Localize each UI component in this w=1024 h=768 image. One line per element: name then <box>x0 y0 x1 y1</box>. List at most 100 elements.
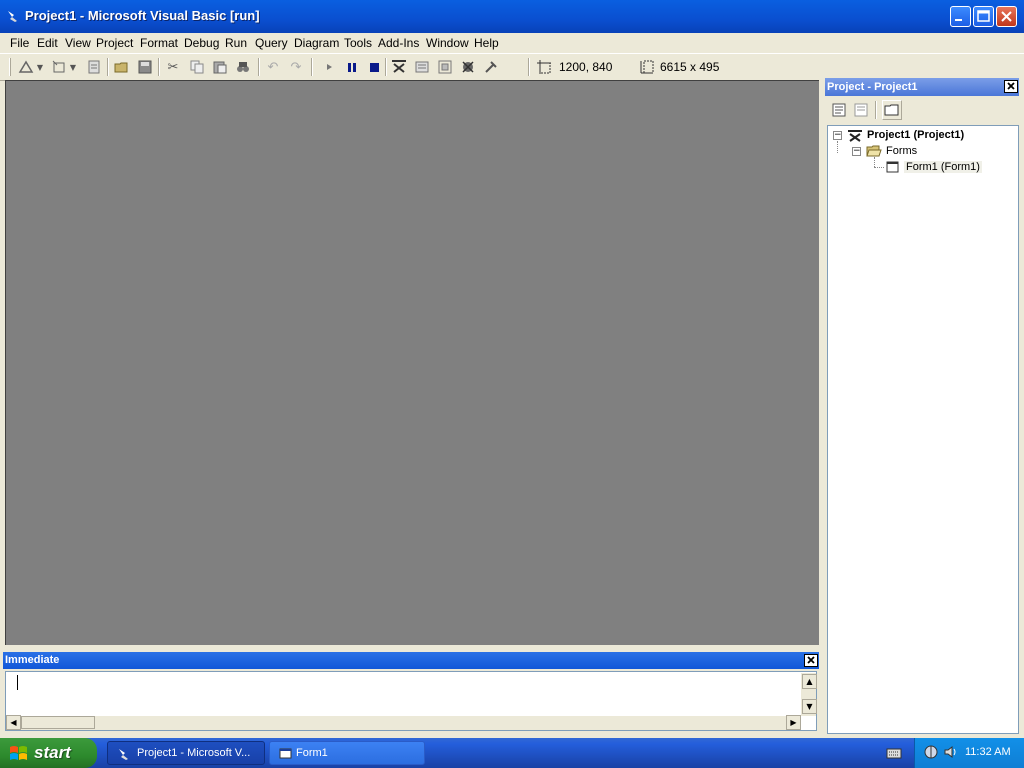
tree-item-project1[interactable]: Project1 (Project1) <box>867 129 964 141</box>
windows-logo-icon <box>10 746 27 760</box>
taskbar-item-label: Form1 <box>296 747 328 759</box>
find-icon[interactable] <box>234 58 252 76</box>
form-icon <box>886 160 900 174</box>
tree-connector <box>837 141 839 153</box>
folder-open-icon <box>866 144 882 158</box>
open-folder-icon[interactable] <box>113 58 131 76</box>
scroll-left-arrow-icon[interactable]: ◀ <box>6 715 21 730</box>
volume-icon[interactable] <box>943 744 959 760</box>
start-button[interactable]: start <box>0 738 97 768</box>
save-icon[interactable] <box>136 58 154 76</box>
position-readout: 1200, 840 <box>559 60 613 74</box>
standard-toolbar: ▼ ▼ ✂ ↶ ↷ 1200, 840 6615 x 495 <box>0 53 746 81</box>
menu-file[interactable]: File <box>10 36 29 50</box>
menu-format[interactable]: Format <box>140 36 178 50</box>
project-explorer-toolbar <box>825 96 1024 124</box>
menu-project[interactable]: Project <box>96 36 133 50</box>
project-explorer-close-button[interactable] <box>1004 80 1018 93</box>
panel-splitter[interactable] <box>820 78 824 734</box>
tree-item-forms[interactable]: Forms <box>886 145 917 157</box>
properties-window-icon[interactable] <box>413 58 431 76</box>
keyboard-icon[interactable] <box>886 745 902 761</box>
close-icon <box>1007 82 1015 90</box>
project-icon <box>847 128 863 144</box>
immediate-horizontal-scrollbar[interactable] <box>7 716 801 730</box>
tree-collapse-icon[interactable]: − <box>833 131 842 140</box>
view-object-icon[interactable] <box>852 101 870 119</box>
add-form-icon[interactable] <box>50 58 68 76</box>
project-explorer-icon[interactable] <box>390 58 408 76</box>
menu-view[interactable]: View <box>65 36 91 50</box>
title-bar[interactable]: Project1 - Microsoft Visual Basic [run] <box>0 0 1024 34</box>
minimize-icon <box>955 19 962 21</box>
add-project-icon[interactable] <box>17 58 35 76</box>
project-explorer-title: Project - Project1 <box>827 81 918 93</box>
system-clock[interactable]: 11:32 AM <box>965 746 1011 758</box>
view-code-icon[interactable] <box>830 101 848 119</box>
start-label: start <box>34 743 71 762</box>
close-icon <box>807 656 815 664</box>
mdi-workspace[interactable] <box>5 80 819 645</box>
toolbar-grip[interactable] <box>9 58 11 76</box>
size-icon <box>638 58 656 76</box>
toolbar-separator <box>528 58 530 76</box>
cut-icon[interactable]: ✂ <box>164 58 182 76</box>
position-icon <box>535 58 553 76</box>
form-layout-icon[interactable] <box>436 58 454 76</box>
vb-app-icon[interactable] <box>6 9 20 23</box>
start-run-icon[interactable] <box>320 58 338 76</box>
menu-tools[interactable]: Tools <box>344 36 372 50</box>
toolbar-separator <box>158 58 160 76</box>
object-browser-icon[interactable] <box>459 58 477 76</box>
tree-item-form1[interactable]: Form1 (Form1) <box>904 161 982 173</box>
paste-icon[interactable] <box>211 58 229 76</box>
menu-window[interactable]: Window <box>426 36 469 50</box>
minimize-button[interactable] <box>950 6 971 27</box>
toolbar-separator <box>107 58 109 76</box>
add-project-dropdown-icon[interactable]: ▼ <box>35 58 45 76</box>
network-icon[interactable] <box>923 744 939 760</box>
scroll-right-arrow-icon[interactable]: ▶ <box>786 715 801 730</box>
taskbar-item-vb[interactable]: Project1 - Microsoft V... <box>107 741 265 765</box>
tree-connector <box>874 167 884 169</box>
text-caret <box>17 675 18 690</box>
menu-debug[interactable]: Debug <box>184 36 219 50</box>
toolbox-icon[interactable] <box>482 58 500 76</box>
toolbar-separator <box>875 101 877 119</box>
taskbar-item-label: Project1 - Microsoft V... <box>137 747 251 759</box>
project-explorer-titlebar[interactable]: Project - Project1 <box>825 78 1019 96</box>
menu-bar: File Edit View Project Format Debug Run … <box>0 33 1024 53</box>
menu-run[interactable]: Run <box>225 36 247 50</box>
scroll-up-arrow-icon[interactable]: ▲ <box>802 674 817 689</box>
toolbar-separator <box>385 58 387 76</box>
close-button[interactable] <box>996 6 1017 27</box>
redo-icon[interactable]: ↷ <box>287 58 305 76</box>
menu-help[interactable]: Help <box>474 36 499 50</box>
break-pause-icon[interactable] <box>343 58 361 76</box>
maximize-icon <box>977 10 990 22</box>
tree-collapse-icon[interactable]: − <box>852 147 861 156</box>
immediate-close-button[interactable] <box>804 654 818 667</box>
menu-edit[interactable]: Edit <box>37 36 58 50</box>
menu-editor-icon[interactable] <box>85 58 103 76</box>
close-icon <box>1001 11 1012 22</box>
size-readout: 6615 x 495 <box>660 60 720 74</box>
immediate-window-titlebar[interactable]: Immediate <box>3 652 819 669</box>
horizontal-scroll-thumb[interactable] <box>21 716 95 729</box>
menu-diagram[interactable]: Diagram <box>294 36 339 50</box>
toolbar-separator <box>311 58 313 76</box>
copy-icon[interactable] <box>188 58 206 76</box>
add-form-dropdown-icon[interactable]: ▼ <box>68 58 78 76</box>
menu-add-ins[interactable]: Add-Ins <box>378 36 419 50</box>
menu-query[interactable]: Query <box>255 36 288 50</box>
end-stop-icon[interactable] <box>365 58 383 76</box>
taskbar-item-form1[interactable]: Form1 <box>269 741 425 765</box>
toggle-folders-icon[interactable] <box>882 100 902 120</box>
project-tree[interactable]: − Project1 (Project1) − Forms Form1 (For… <box>827 125 1019 734</box>
tree-connector <box>874 157 876 167</box>
scroll-down-arrow-icon[interactable]: ▼ <box>802 699 817 714</box>
maximize-button[interactable] <box>973 6 994 27</box>
undo-icon[interactable]: ↶ <box>264 58 282 76</box>
form-icon <box>279 748 292 759</box>
window-title: Project1 - Microsoft Visual Basic [run] <box>25 8 260 23</box>
